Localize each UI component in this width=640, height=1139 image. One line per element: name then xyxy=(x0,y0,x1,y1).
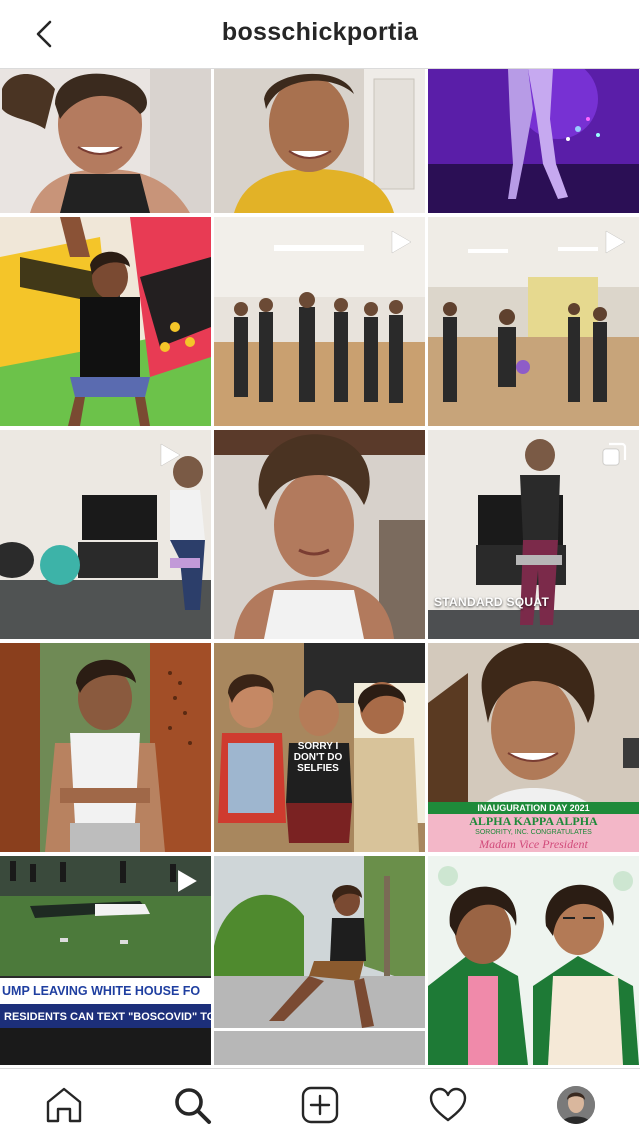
sorority-banner: INAUGURATION DAY 2021 ALPHA KAPPA ALPHA … xyxy=(428,802,639,852)
search-icon xyxy=(175,1088,211,1124)
post-image xyxy=(0,69,211,213)
post-image xyxy=(0,217,211,426)
post-thumbnail[interactable] xyxy=(0,217,211,426)
home-icon xyxy=(46,1087,82,1123)
post-image xyxy=(428,856,639,1065)
post-image xyxy=(0,643,211,852)
post-thumbnail[interactable]: STANDARD SQUAT xyxy=(428,430,639,639)
post-thumbnail[interactable]: INAUGURATION DAY 2021 ALPHA KAPPA ALPHA … xyxy=(428,643,639,852)
news-ticker: RESIDENTS CAN TEXT "BOSCOVID" TO xyxy=(0,1006,211,1028)
video-icon xyxy=(391,230,412,254)
post-image xyxy=(428,69,639,213)
banner-top-text: INAUGURATION DAY 2021 xyxy=(428,802,639,814)
video-icon xyxy=(177,869,198,893)
banner-script: Madam Vice President xyxy=(479,837,588,851)
video-icon xyxy=(605,230,626,254)
post-thumbnail[interactable] xyxy=(214,217,425,426)
post-image xyxy=(214,856,425,1065)
post-thumbnail[interactable]: UMP LEAVING WHITE HOUSE FO RESIDENTS CAN… xyxy=(0,856,211,1065)
post-image xyxy=(214,430,425,639)
banner-title: ALPHA KAPPA ALPHA xyxy=(469,814,598,828)
carousel-icon xyxy=(602,442,627,466)
plus-square-icon xyxy=(301,1086,339,1124)
nav-activity[interactable] xyxy=(426,1083,470,1127)
post-thumbnail[interactable] xyxy=(0,69,211,213)
post-thumbnail[interactable] xyxy=(428,69,639,213)
post-thumbnail[interactable]: SORRY I DON'T DO SELFIES xyxy=(214,643,425,852)
post-thumbnail[interactable] xyxy=(0,430,211,639)
post-thumbnail[interactable] xyxy=(0,643,211,852)
heart-icon xyxy=(429,1087,467,1122)
post-thumbnail[interactable] xyxy=(428,217,639,426)
nav-search[interactable] xyxy=(170,1083,214,1127)
bottom-navigation xyxy=(0,1068,640,1139)
profile-username[interactable]: bosschickportia xyxy=(0,18,640,47)
post-thumbnail[interactable] xyxy=(214,856,425,1065)
nav-new-post[interactable] xyxy=(298,1083,342,1127)
nav-profile[interactable] xyxy=(554,1083,598,1127)
video-icon xyxy=(160,443,181,467)
news-headline: UMP LEAVING WHITE HOUSE FO xyxy=(0,978,211,1004)
post-thumbnail[interactable] xyxy=(214,69,425,213)
post-caption-overlay: STANDARD SQUAT xyxy=(434,595,550,609)
avatar xyxy=(557,1086,595,1124)
post-thumbnail[interactable] xyxy=(214,430,425,639)
post-thumbnail[interactable] xyxy=(428,856,639,1065)
post-image xyxy=(214,69,425,213)
nav-home[interactable] xyxy=(42,1083,86,1127)
shirt-text: SORRY I DON'T DO SELFIES xyxy=(293,741,343,774)
banner-subtitle: SORORITY, INC. CONGRATULATES xyxy=(475,829,592,836)
posts-grid: STANDARD SQUAT SORRY I DON'T DO SELFIES … xyxy=(0,69,640,1067)
top-bar: bosschickportia xyxy=(0,0,640,69)
